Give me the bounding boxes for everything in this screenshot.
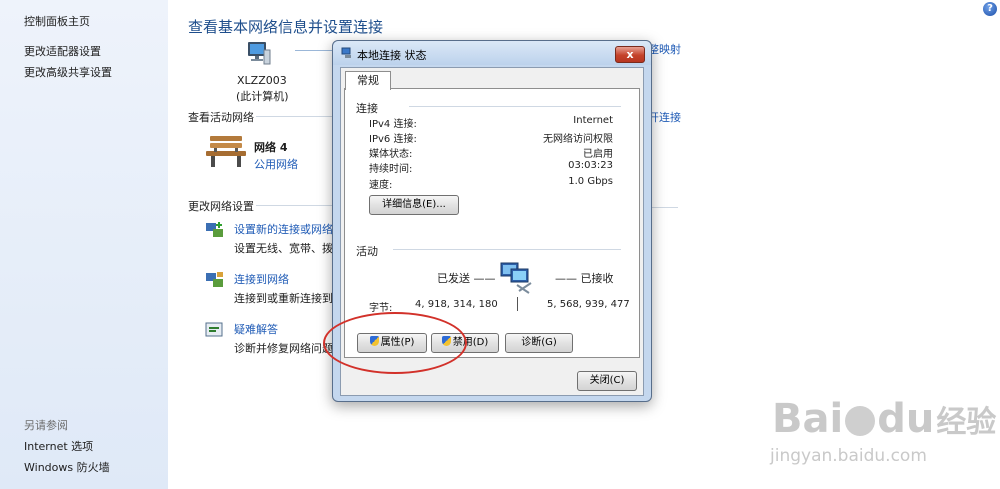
connect-to-network-link[interactable]: 连接到网络 xyxy=(234,271,289,287)
watermark-brand: Bai du经验 xyxy=(772,396,996,442)
network-activity-icon xyxy=(499,259,535,295)
change-settings-heading: 更改网络设置 xyxy=(188,200,254,213)
dialog-close-button[interactable]: x xyxy=(615,46,645,63)
advanced-sharing-settings-link[interactable]: 更改高级共享设置 xyxy=(24,64,112,80)
help-icon[interactable]: ? xyxy=(983,2,997,16)
connection-heading: 连接 xyxy=(356,102,378,115)
duration-label: 持续时间: xyxy=(369,164,413,175)
troubleshoot-desc: 诊断并修复网络问题 xyxy=(234,342,333,355)
details-button[interactable]: 详细信息(E)... xyxy=(369,195,459,215)
connect-or-disconnect-link[interactable]: 开连接 xyxy=(648,109,681,125)
media-state-value: 已启用 xyxy=(583,149,613,160)
bytes-sent-value: 4, 918, 314, 180 xyxy=(415,299,498,310)
computer-icon xyxy=(244,40,272,66)
sent-label: 已发送 —— xyxy=(437,272,496,285)
dialog-title: 本地连接 状态 xyxy=(357,49,427,62)
tab-general[interactable]: 常规 xyxy=(345,71,391,90)
activity-separator xyxy=(517,297,518,311)
troubleshoot-link[interactable]: 疑难解答 xyxy=(234,321,278,337)
active-networks-heading: 查看活动网络 xyxy=(188,111,254,124)
new-connection-icon xyxy=(205,221,225,239)
ipv6-value: 无网络访问权限 xyxy=(543,134,613,145)
watermark-brand-cn: 经验 xyxy=(936,405,997,440)
divider xyxy=(409,106,621,107)
internet-options-link[interactable]: Internet 选项 xyxy=(24,438,93,454)
computer-subtitle: (此计算机) xyxy=(236,90,289,103)
control-panel-home-link[interactable]: 控制面板主页 xyxy=(24,13,90,29)
watermark-brand-text-2: du xyxy=(877,396,935,442)
troubleshoot-icon xyxy=(205,321,225,339)
left-nav-pane: 控制面板主页 更改适配器设置 更改高级共享设置 另请参阅 Internet 选项… xyxy=(0,0,168,489)
bytes-received-value: 5, 568, 939, 477 xyxy=(547,299,630,310)
network-adapter-icon xyxy=(341,47,353,59)
ipv4-label: IPv4 连接: xyxy=(369,119,417,130)
public-network-bench-icon xyxy=(204,134,248,168)
close-button[interactable]: 关闭(C) xyxy=(577,371,637,391)
paw-icon xyxy=(845,406,876,436)
computer-name: XLZZ003 xyxy=(237,74,287,87)
see-also-heading: 另请参阅 xyxy=(24,419,68,432)
activity-heading: 活动 xyxy=(356,245,378,258)
ipv6-label: IPv6 连接: xyxy=(369,134,417,145)
divider xyxy=(650,207,678,208)
divider xyxy=(256,205,332,206)
network-type-link[interactable]: 公用网络 xyxy=(254,156,298,172)
watermark-url: jingyan.baidu.com xyxy=(770,446,927,466)
diagnose-button[interactable]: 诊断(G) xyxy=(505,333,573,353)
setup-new-connection-link[interactable]: 设置新的连接或网络 xyxy=(234,221,333,237)
change-adapter-settings-link[interactable]: 更改适配器设置 xyxy=(24,43,101,59)
duration-value: 03:03:23 xyxy=(568,160,613,171)
highlight-ellipse xyxy=(323,312,467,374)
received-label: —— 已接收 xyxy=(555,272,614,285)
watermark-brand-text: Bai xyxy=(772,396,844,442)
see-full-map-link[interactable]: 整映射 xyxy=(648,41,681,57)
windows-firewall-link[interactable]: Windows 防火墙 xyxy=(24,459,110,475)
ipv4-value: Internet xyxy=(573,115,613,126)
network-map-line xyxy=(295,50,333,51)
setup-new-connection-desc: 设置无线、宽带、拨号 xyxy=(234,242,344,255)
connect-to-network-icon xyxy=(205,271,225,289)
speed-value: 1.0 Gbps xyxy=(568,176,613,187)
network-name: 网络 4 xyxy=(254,141,288,154)
connect-to-network-desc: 连接到或重新连接到无 xyxy=(234,292,344,305)
speed-label: 速度: xyxy=(369,180,393,191)
divider xyxy=(256,116,332,117)
page-title: 查看基本网络信息并设置连接 xyxy=(188,18,384,36)
media-state-label: 媒体状态: xyxy=(369,149,413,160)
divider xyxy=(393,249,621,250)
